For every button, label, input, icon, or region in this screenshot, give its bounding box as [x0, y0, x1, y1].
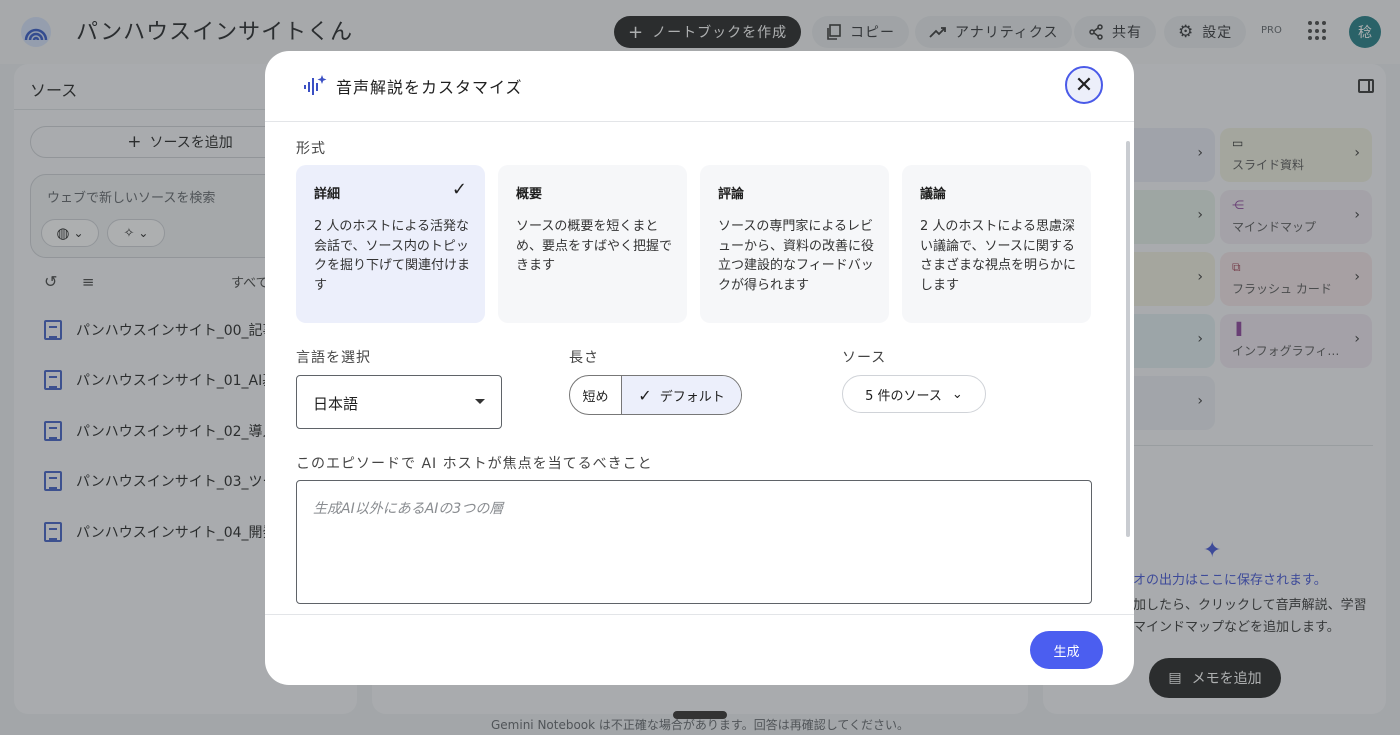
format-name: 議論: [920, 187, 947, 202]
chevron-down-icon: ⌄: [951, 386, 963, 402]
focus-textarea[interactable]: 生成AI以外にあるAIの3つの層: [296, 480, 1092, 604]
audio-spark-icon: [304, 75, 327, 95]
format-option-detail[interactable]: 詳細 ✓ 2 人のホストによる活発な会話で、ソース内のトピックを掘り下げて関連付…: [296, 165, 485, 323]
format-name: 詳細: [314, 187, 341, 202]
format-option-brief[interactable]: 概要 ソースの概要を短くまとめ、要点をすばやく把握できます: [498, 165, 687, 323]
check-icon: ✓: [451, 179, 467, 200]
generate-button[interactable]: 生成: [1030, 631, 1103, 669]
format-description: ソースの専門家によるレビューから、資料の改善に役立つ建設的なフィードバックが得ら…: [718, 219, 875, 293]
close-button[interactable]: ✕: [1065, 66, 1103, 104]
focus-placeholder: 生成AI以外にあるAIの3つの層: [313, 501, 504, 517]
length-short-option[interactable]: 短め: [570, 376, 622, 414]
close-icon: ✕: [1074, 72, 1094, 98]
format-description: ソースの概要を短くまとめ、要点をすばやく把握できます: [516, 219, 673, 273]
length-label: 長さ: [569, 350, 599, 366]
customize-audio-dialog: 音声解説をカスタマイズ ✕ 形式 詳細 ✓ 2 人のホストによる活発な会話で、ソ…: [265, 51, 1134, 685]
language-value: 日本語: [313, 395, 359, 413]
divider: [265, 121, 1134, 122]
source-select-dropdown[interactable]: 5 件のソース ⌄: [842, 375, 986, 413]
language-label: 言語を選択: [296, 350, 371, 366]
format-name: 評論: [718, 187, 745, 202]
check-icon: ✓: [638, 385, 652, 405]
resize-handle[interactable]: [673, 711, 727, 719]
format-description: 2 人のホストによる思慮深い議論で、ソースに関するさまざまな視点を明らかにします: [920, 219, 1077, 293]
dialog-title: 音声解説をカスタマイズ: [336, 78, 523, 97]
format-option-debate[interactable]: 議論 2 人のホストによる思慮深い議論で、ソースに関するさまざまな視点を明らかに…: [902, 165, 1091, 323]
format-label: 形式: [296, 141, 326, 157]
format-description: 2 人のホストによる活発な会話で、ソース内のトピックを掘り下げて関連付けます: [314, 219, 471, 293]
focus-label: このエピソードで AI ホストが焦点を当てるべきこと: [296, 456, 653, 472]
language-select[interactable]: 日本語: [296, 375, 502, 429]
format-option-critique[interactable]: 評論 ソースの専門家によるレビューから、資料の改善に役立つ建設的なフィードバック…: [700, 165, 889, 323]
divider: [265, 614, 1134, 615]
dialog-scrollbar[interactable]: [1126, 141, 1130, 537]
length-default-option[interactable]: ✓ デフォルト: [622, 376, 741, 414]
source-label: ソース: [842, 350, 887, 366]
dropdown-arrow-icon: [475, 399, 485, 404]
format-name: 概要: [516, 187, 543, 202]
length-segmented-control: 短め ✓ デフォルト: [569, 375, 742, 415]
